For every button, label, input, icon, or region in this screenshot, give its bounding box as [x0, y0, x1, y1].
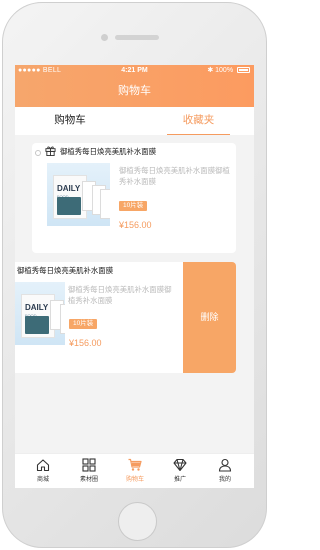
store-name: 御植秀每日焕亮美肌补水面膜 — [17, 266, 114, 275]
cart-icon — [128, 458, 142, 471]
home-button[interactable] — [118, 502, 157, 541]
gift-icon — [45, 146, 56, 156]
tabbar-item-cart[interactable]: 购物车 — [115, 454, 155, 488]
tabbar-item-materials[interactable]: 素材圈 — [69, 454, 109, 488]
user-icon — [218, 458, 232, 472]
favorite-item-card[interactable]: 御植秀每日焕亮美肌补水面膜 DAILY FOOD 御植秀每日焕亮美肌补水面膜御植… — [32, 143, 236, 253]
front-camera — [101, 34, 108, 41]
mask-sheet — [60, 304, 65, 334]
tabbar-label: 商城 — [36, 477, 49, 483]
header: ●●●●● BELL 4:21 PM ✱ 100% 购物车 — [15, 65, 254, 107]
mask-sheet — [100, 189, 110, 219]
tabbar-item-promote[interactable]: 推广 — [160, 454, 200, 488]
tab-favorites[interactable]: 收藏夹 — [167, 107, 230, 135]
grid-icon — [82, 458, 96, 472]
tabbar-label: 我的 — [218, 477, 231, 483]
tabbar-item-mall[interactable]: 商城 — [23, 454, 63, 488]
product-name: 御植秀每日焕亮美肌补水面膜御植秀补水面膜 — [119, 166, 230, 186]
product-name: 御植秀每日焕亮美肌补水面膜御植秀补水面膜 — [68, 285, 172, 305]
package-brand-text: DAILY — [57, 184, 81, 193]
spec-badge: 10片装 — [119, 201, 148, 211]
select-radio[interactable] — [35, 150, 41, 156]
spec-badge: 10片装 — [69, 319, 98, 329]
tabbar-item-me[interactable]: 我的 — [205, 454, 245, 488]
home-icon — [36, 459, 50, 472]
page-title: 购物车 — [118, 85, 151, 97]
sachet — [57, 197, 81, 215]
segment-tabs: 购物车 收藏夹 — [15, 107, 254, 135]
product-price: ¥156.00 — [119, 220, 152, 230]
delete-button[interactable]: 删除 — [183, 262, 236, 373]
product-price: ¥156.00 — [69, 338, 102, 348]
tabbar-label: 推广 — [173, 477, 186, 483]
sachet — [25, 316, 49, 334]
product-image[interactable]: DAILY FOOD — [47, 163, 110, 226]
diamond-icon — [173, 458, 187, 472]
earpiece — [115, 35, 159, 40]
bluetooth-icon: ✱ — [207, 67, 214, 74]
status-bar: ●●●●● BELL 4:21 PM ✱ 100% — [15, 65, 254, 77]
battery-indicator: ✱ 100% — [207, 65, 250, 77]
favorite-item-card-swiped[interactable]: 御植秀每日焕亮美肌补水面膜 DAILY FOOD 御植秀每日焕亮美肌补水面膜御植… — [15, 262, 183, 373]
app-screen: ●●●●● BELL 4:21 PM ✱ 100% 购物车 购物车 收藏夹 御植… — [15, 65, 254, 488]
product-image[interactable]: DAILY FOOD — [15, 282, 65, 345]
package-brand-text: DAILY — [25, 303, 49, 312]
store-name: 御植秀每日焕亮美肌补水面膜 — [60, 147, 157, 156]
battery-icon — [237, 67, 250, 74]
bottom-tab-bar: 商城 素材圈 购物车 推广 我的 — [15, 453, 254, 488]
tabbar-label: 素材圈 — [79, 477, 98, 483]
tab-cart[interactable]: 购物车 — [40, 107, 100, 135]
tabbar-label: 购物车 — [125, 477, 144, 483]
battery-label: 100% — [215, 67, 234, 74]
